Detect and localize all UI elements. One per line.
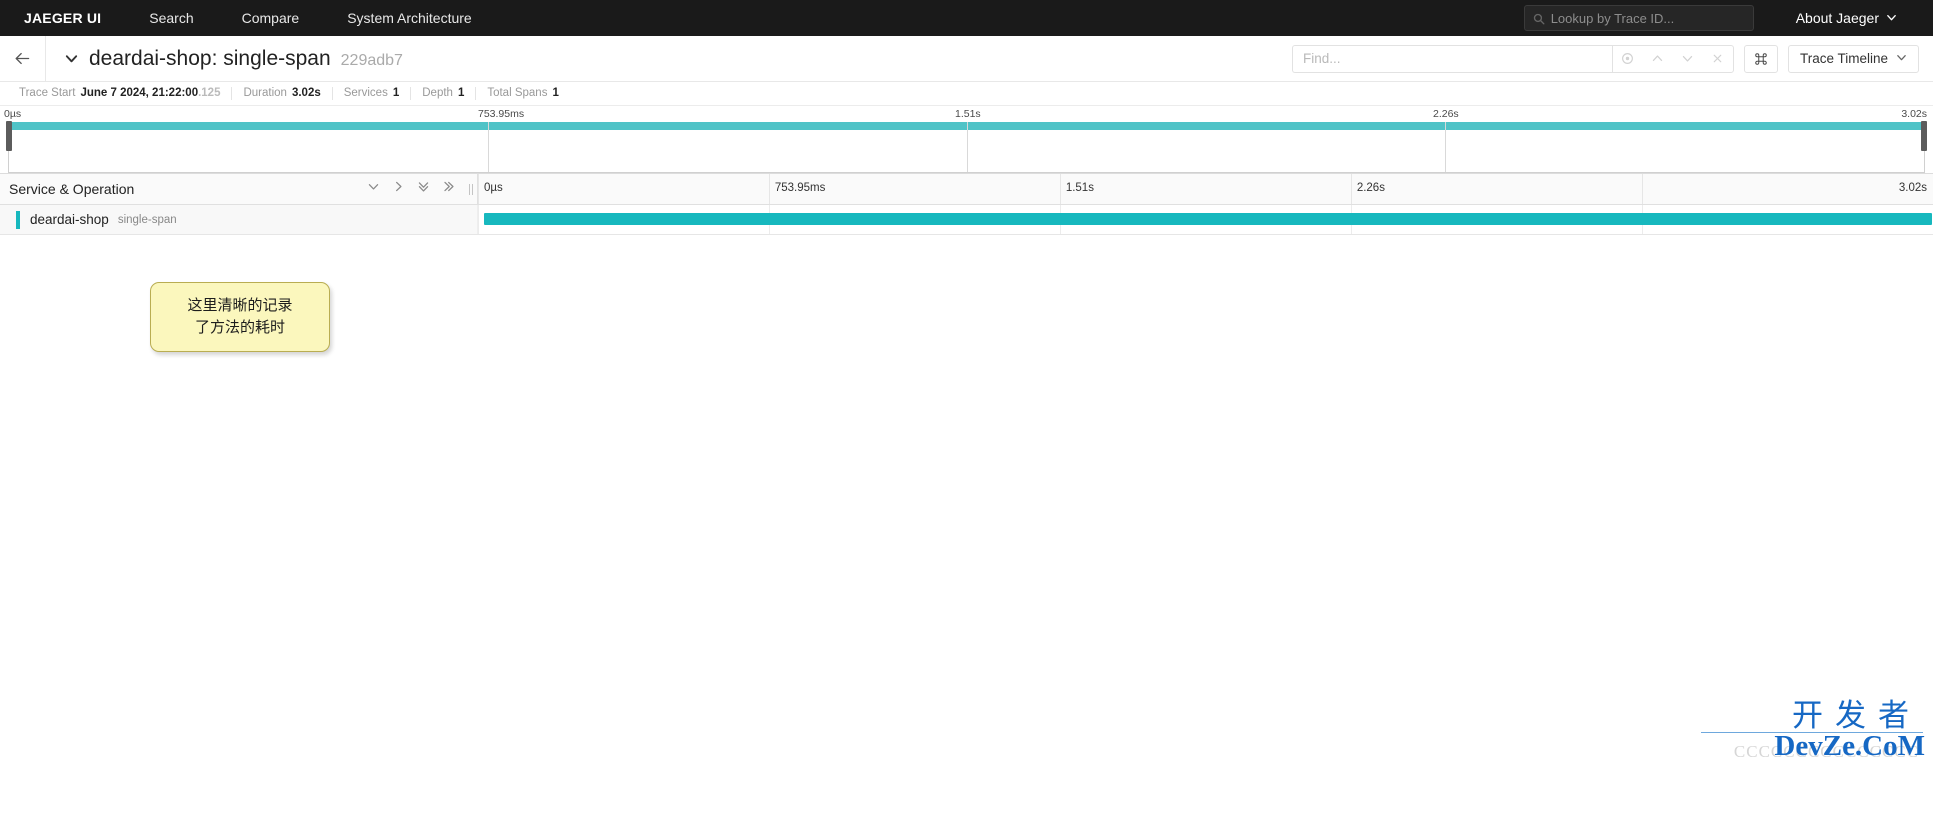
meta-label: Depth bbox=[422, 87, 453, 99]
view-mode-label: Trace Timeline bbox=[1799, 51, 1888, 66]
ruler-gridline bbox=[769, 174, 770, 204]
watermark-en-text: DevZe.CoM bbox=[1774, 730, 1925, 762]
ruler-gridline bbox=[1642, 174, 1643, 204]
column-header-label: Service & Operation bbox=[9, 181, 135, 197]
service-color-accent bbox=[16, 210, 20, 229]
annotation-line-1: 这里清晰的记录 bbox=[187, 297, 293, 315]
meta-label: Trace Start bbox=[19, 87, 76, 99]
back-button[interactable] bbox=[0, 35, 46, 82]
trace-minimap[interactable]: 0µs 753.95ms 1.51s 2.26s 3.02s bbox=[0, 106, 1933, 174]
watermark: CCCCCCCCCCCCCCC 开发者 DevZe.CoM bbox=[1675, 686, 1925, 764]
command-icon bbox=[1755, 52, 1767, 65]
meta-label: Services bbox=[343, 87, 388, 99]
focus-match-icon[interactable] bbox=[1613, 46, 1643, 72]
expand-all-icon[interactable] bbox=[417, 180, 430, 198]
span-name-cell[interactable]: deardai-shop single-span bbox=[0, 205, 478, 234]
ruler-gridline bbox=[1060, 174, 1061, 204]
page-title: deardai-shop: single-span bbox=[89, 47, 331, 70]
meta-services: Services 1 bbox=[333, 87, 412, 100]
meta-value: 3.02s bbox=[291, 87, 321, 99]
trace-toolbar: Find... Trace Timeline bbox=[1291, 44, 1933, 73]
ruler-tick: 1.51s bbox=[1065, 182, 1094, 194]
meta-duration: Duration 3.02s bbox=[232, 87, 333, 100]
trace-title-group: deardai-shop: single-span 229adb7 bbox=[46, 48, 403, 69]
nav-link-search[interactable]: Search bbox=[149, 10, 193, 26]
ruler-tick: 753.95ms bbox=[774, 182, 826, 194]
meta-value: June 7 2024, 21:22:00.125 bbox=[80, 87, 221, 99]
meta-trace-start: Trace Start June 7 2024, 21:22:00.125 bbox=[8, 87, 233, 100]
top-navigation-bar: JAEGER UI Search Compare System Architec… bbox=[0, 0, 1933, 36]
span-duration-bar[interactable] bbox=[483, 213, 1932, 225]
span-service-name: deardai-shop bbox=[30, 212, 109, 227]
about-jaeger-menu[interactable]: About Jaeger bbox=[1796, 10, 1897, 26]
expand-collapse-controls bbox=[367, 180, 477, 198]
span-operation-name: single-span bbox=[117, 213, 177, 226]
find-controls-group bbox=[1611, 44, 1734, 73]
annotation-callout: 这里清晰的记录 了方法的耗时 bbox=[150, 282, 330, 352]
meta-total-spans: Total Spans 1 bbox=[476, 87, 570, 100]
content-canvas: 这里清晰的记录 了方法的耗时 CCCCCCCCCCCCCCC 开发者 DevZe… bbox=[0, 235, 1933, 768]
collapse-all-icon[interactable] bbox=[442, 180, 455, 198]
ruler-tick: 2.26s bbox=[1356, 182, 1385, 194]
find-placeholder: Find... bbox=[1302, 51, 1341, 66]
trace-id-lookup-input[interactable]: Lookup by Trace ID... bbox=[1523, 5, 1754, 31]
table-row[interactable]: deardai-shop single-span bbox=[0, 205, 1933, 235]
minimap-tick: 0µs bbox=[4, 108, 22, 120]
row-gridline bbox=[478, 205, 479, 234]
keyboard-shortcuts-button[interactable] bbox=[1743, 44, 1778, 73]
meta-label: Duration bbox=[243, 87, 287, 99]
ruler-tick: 0µs bbox=[484, 182, 503, 194]
span-bar-cell[interactable] bbox=[478, 205, 1933, 234]
chevron-down-icon bbox=[1896, 50, 1907, 68]
minimap-drag-handle-left[interactable] bbox=[6, 121, 12, 151]
minimap-gridline bbox=[966, 122, 968, 172]
minimap-ruler: 0µs 753.95ms 1.51s 2.26s 3.02s bbox=[0, 106, 1933, 122]
column-resize-handle[interactable] bbox=[469, 183, 473, 195]
next-match-icon[interactable] bbox=[1673, 46, 1703, 72]
nav-link-compare[interactable]: Compare bbox=[242, 10, 300, 26]
ruler-tick: 3.02s bbox=[1898, 182, 1927, 194]
trace-meta-bar: Trace Start June 7 2024, 21:22:00.125 Du… bbox=[0, 82, 1933, 106]
minimap-tick: 1.51s bbox=[955, 108, 981, 120]
minimap-tick: 3.02s bbox=[1901, 108, 1927, 120]
minimap-gridline bbox=[1445, 122, 1447, 172]
service-operation-column-header: Service & Operation bbox=[0, 174, 478, 204]
expand-one-icon[interactable] bbox=[367, 180, 380, 198]
trace-id-lookup-placeholder: Lookup by Trace ID... bbox=[1550, 10, 1675, 26]
find-input[interactable]: Find... bbox=[1291, 44, 1612, 73]
prev-match-icon[interactable] bbox=[1643, 46, 1673, 72]
chevron-down-icon bbox=[1886, 10, 1897, 26]
meta-value: 1 bbox=[392, 87, 400, 99]
ruler-gridline bbox=[1351, 174, 1352, 204]
meta-depth: Depth 1 bbox=[411, 87, 477, 100]
minimap-gridline bbox=[487, 122, 489, 172]
minimap-tick: 753.95ms bbox=[478, 108, 525, 120]
about-jaeger-label: About Jaeger bbox=[1795, 10, 1879, 26]
trace-id: 229adb7 bbox=[340, 52, 403, 69]
meta-value: 1 bbox=[552, 87, 559, 99]
view-mode-select[interactable]: Trace Timeline bbox=[1787, 44, 1919, 73]
jaeger-logo[interactable]: JAEGER UI bbox=[24, 10, 101, 26]
meta-value: 1 bbox=[457, 87, 465, 99]
span-table-header: Service & Operation 0µs 753.95ms 1.51s 2… bbox=[0, 174, 1933, 205]
minimap-tick: 2.26s bbox=[1433, 108, 1459, 120]
chevron-down-icon[interactable] bbox=[64, 51, 79, 66]
annotation-line-2: 了方法的耗时 bbox=[194, 319, 285, 336]
meta-label: Total Spans bbox=[487, 87, 548, 99]
minimap-viewport[interactable] bbox=[6, 121, 1927, 173]
minimap-drag-handle-right[interactable] bbox=[1921, 121, 1927, 151]
collapse-one-icon[interactable] bbox=[392, 180, 405, 198]
search-icon bbox=[1533, 12, 1545, 25]
watermark-cn-text: 开发者 bbox=[1792, 698, 1921, 734]
trace-header-bar: deardai-shop: single-span 229adb7 Find..… bbox=[0, 35, 1933, 82]
timeline-ruler: 0µs 753.95ms 1.51s 2.26s 3.02s bbox=[478, 174, 1933, 204]
ruler-gridline bbox=[478, 174, 479, 204]
close-icon[interactable] bbox=[1703, 46, 1733, 72]
nav-link-system-architecture[interactable]: System Architecture bbox=[347, 10, 472, 26]
